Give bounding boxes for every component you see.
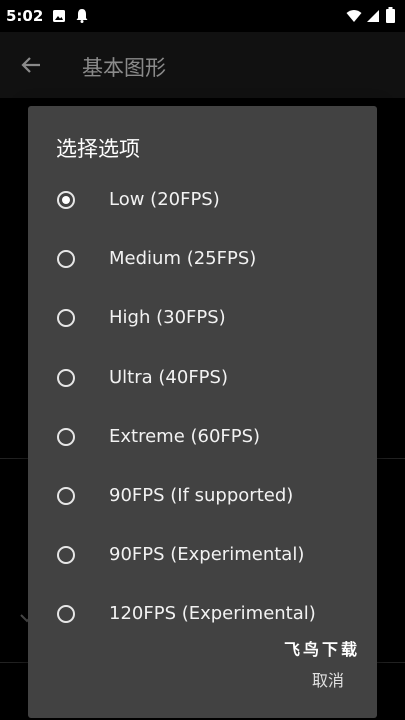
option-label: Low (20FPS)	[109, 189, 220, 210]
page-title: 基本图形	[82, 56, 166, 80]
option-90fps-supported[interactable]: 90FPS (If supported)	[28, 468, 377, 527]
option-label: High (30FPS)	[109, 307, 226, 329]
status-time: 5:02	[6, 7, 44, 25]
option-low[interactable]: Low (20FPS)	[28, 172, 377, 231]
dialog-title: 选择选项	[56, 137, 140, 161]
radio-button[interactable]	[57, 250, 75, 269]
option-medium[interactable]: Medium (25FPS)	[28, 231, 377, 290]
option-label: 90FPS (If supported)	[109, 484, 294, 506]
select-option-dialog: 选择选项 Low (20FPS) Medium (25FPS) High (30…	[28, 106, 377, 718]
battery-icon	[386, 7, 395, 27]
arrow-back-icon[interactable]	[20, 54, 42, 80]
signal-icon	[366, 8, 380, 27]
screen: 5:02 基本图形 选择选项 Low (20FPS) Medium (25FPS…	[0, 0, 405, 720]
radio-button[interactable]	[57, 368, 75, 387]
app-bar: 基本图形	[0, 32, 405, 98]
radio-button[interactable]	[57, 486, 75, 505]
cancel-button[interactable]: 取消	[300, 666, 356, 696]
option-label: 120FPS (Experimental)	[109, 603, 316, 625]
radio-button[interactable]	[57, 309, 75, 328]
option-label: Extreme (60FPS)	[109, 425, 261, 447]
radio-button-checked[interactable]	[57, 191, 75, 209]
image-icon	[52, 8, 66, 27]
option-label: Ultra (40FPS)	[109, 366, 228, 388]
option-ultra[interactable]: Ultra (40FPS)	[28, 350, 377, 409]
option-label: Medium (25FPS)	[109, 248, 257, 270]
option-label: 90FPS (Experimental)	[109, 544, 305, 566]
watermark-text: 飞鸟下载	[284, 640, 361, 659]
radio-button[interactable]	[57, 427, 75, 446]
option-90fps-experimental[interactable]: 90FPS (Experimental)	[28, 527, 377, 586]
radio-button[interactable]	[57, 605, 75, 624]
options-list: Low (20FPS) Medium (25FPS) High (30FPS) …	[28, 172, 377, 646]
option-extreme[interactable]: Extreme (60FPS)	[28, 409, 377, 468]
notification-icon	[75, 8, 89, 27]
radio-button[interactable]	[57, 546, 75, 565]
status-bar: 5:02	[0, 0, 405, 32]
wifi-icon	[346, 8, 362, 27]
option-high[interactable]: High (30FPS)	[28, 290, 377, 349]
